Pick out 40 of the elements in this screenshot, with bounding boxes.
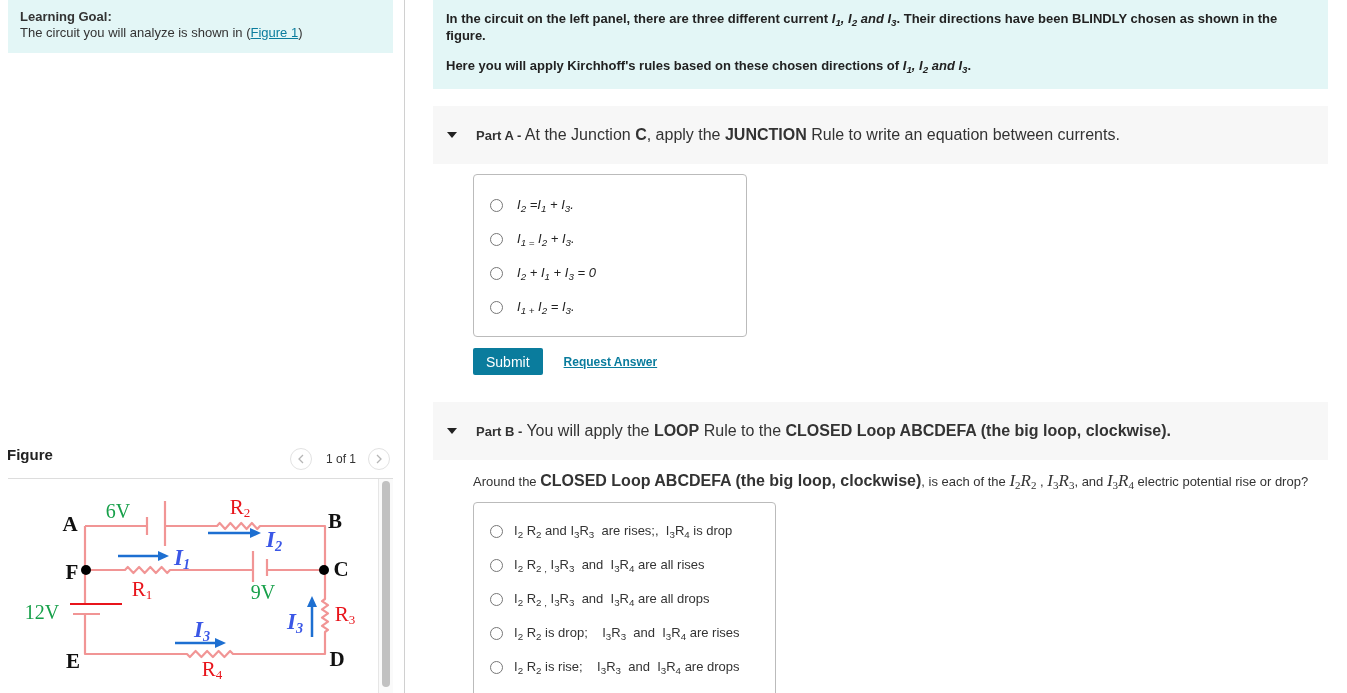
node-label: A xyxy=(62,513,78,535)
node-label: F xyxy=(65,561,79,583)
node-label: B xyxy=(328,510,342,532)
option-text: I$_{2}$ =I$_{1}$ + I$_{3}$. xyxy=(517,197,574,213)
node-label: E xyxy=(66,650,80,672)
question-text: Around the CLOSED Loop ABCDEFA (the big loop, clockwise), is each of the I$_{2}$R$_{2}$ , I$_{3}$R$_{3}$, and I$_{3}$R$_{4}$ electric potential rise or drop? xyxy=(473,471,1310,492)
resistor-label: R$_{3}$ xyxy=(334,603,356,625)
option-text: I$_{2}$ R$_{2}$ is rise; I$_{3}$R$_{3}$ and I$_{3}$R$_{4}$ are drops xyxy=(514,659,740,675)
option-text: I$_{1 +}$ I$_{2}$ = I$_{3}$. xyxy=(517,299,575,315)
current-label: I$_{3}$ xyxy=(193,617,211,641)
goal-text: The circuit you will analyze is shown in (Figure 1) xyxy=(20,25,304,41)
node-label: D xyxy=(329,648,345,670)
figure-heading: Figure xyxy=(7,446,53,464)
option-text: I$_{2}$ R$_{2 ,}$ I$_{3}$R$_{3}$ and I$_{3}$R$_{4}$ are all drops xyxy=(514,591,710,607)
instruction-text: In the circuit on the left panel, there are three different current I$_{1}$, I$_{2}$ and I$_{3}$. Their directions have been BLINDLY chosen as shown in the figure. xyxy=(446,10,1279,44)
current-label: I$_{2}$ xyxy=(265,527,283,551)
option-text: I$_{2}$ R$_{2 ,}$ I$_{3}$R$_{3}$ and I$_{3}$R$_{4}$ are all rises xyxy=(514,557,705,573)
chevron-left-icon xyxy=(297,454,304,464)
voltage-label: 12V xyxy=(24,602,60,622)
part-title: Part A - At the Junction C, apply the JUNCTION Rule to write an equation between currents. xyxy=(476,124,1120,145)
page-counter: 1 of 1 xyxy=(325,452,356,466)
current-label: I$_{1}$ xyxy=(173,545,191,569)
option-text: I$_{2}$ R$_{2}$ is drop; I$_{3}$R$_{3}$ and I$_{3}$R$_{4}$ are rises xyxy=(514,625,740,641)
figure-link[interactable]: Figure 1 xyxy=(250,25,299,40)
option-text: I$_{1 =}$ I$_{2}$ + I$_{3}$. xyxy=(517,231,575,247)
resistor-label: R$_{1}$ xyxy=(131,578,153,600)
option-text: I$_{2}$ R$_{2}$ and I$_{3}$R$_{3}$ are rises;, I$_{3}$R$_{4}$ is drop xyxy=(514,523,733,539)
request-answer-link[interactable]: Request Answer xyxy=(563,354,658,369)
instruction-text: Here you will apply Kirchhoff's rules based on these chosen directions of I$_{1}$, I$_{2}$ and I$_{3}$. xyxy=(446,57,973,74)
node-label: C xyxy=(333,558,349,580)
resistor-label: R$_{4}$ xyxy=(201,658,223,680)
current-label: I$_{3}$ xyxy=(286,609,304,633)
scrollbar-thumb[interactable] xyxy=(382,481,390,687)
voltage-label: 6V xyxy=(105,501,131,521)
voltage-label: 9V xyxy=(250,582,276,602)
resistor-label: R$_{2}$ xyxy=(229,496,251,518)
goal-heading: Learning Goal: xyxy=(20,9,113,25)
part-title: Part B - You will apply the LOOP Rule to the CLOSED Loop ABCDEFA (the big loop, clockwise). xyxy=(476,420,1171,441)
option-text: I$_{2}$ + I$_{1}$ + I$_{3}$ = 0 xyxy=(517,265,596,281)
chevron-right-icon xyxy=(376,454,382,464)
